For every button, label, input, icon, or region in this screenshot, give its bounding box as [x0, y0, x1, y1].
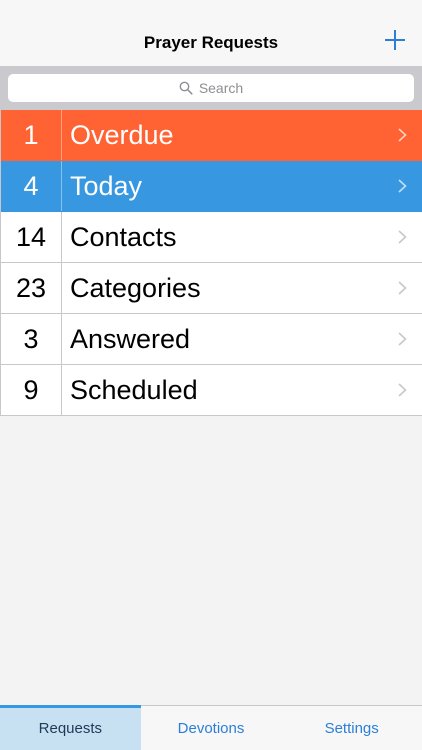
- item-label: Today: [70, 170, 143, 201]
- chevron-right-icon: [382, 365, 422, 415]
- item-label: Answered: [70, 323, 191, 354]
- chevron-right-icon: [382, 263, 422, 313]
- list-item-scheduled[interactable]: 9 Scheduled: [1, 365, 422, 416]
- chevron-right-icon: [382, 314, 422, 364]
- list-item-categories[interactable]: 23 Categories: [1, 263, 422, 314]
- item-count: 23: [1, 263, 62, 313]
- tab-devotions[interactable]: Devotions: [141, 706, 282, 750]
- search-input[interactable]: Search: [8, 74, 414, 102]
- request-list: 1 Overdue 4 Today 14 Contacts 23 Categor…: [0, 110, 422, 416]
- navigation-bar: Prayer Requests: [0, 0, 422, 66]
- item-count: 1: [1, 110, 62, 160]
- page-title: Prayer Requests: [143, 33, 279, 52]
- item-label: Overdue: [70, 119, 174, 150]
- add-request-button[interactable]: [382, 28, 408, 54]
- list-item-contacts[interactable]: 14 Contacts: [1, 212, 422, 263]
- item-count: 3: [1, 314, 62, 364]
- chevron-right-icon: [382, 161, 422, 211]
- search-icon: [179, 81, 193, 95]
- tab-requests[interactable]: Requests: [0, 705, 141, 750]
- tab-bar: Requests Devotions Settings: [0, 705, 422, 750]
- item-label: Categories: [70, 272, 201, 303]
- chevron-right-icon: [382, 110, 422, 160]
- search-bar: Search: [0, 66, 422, 110]
- app-screen: Prayer Requests Search 1 Overdue 4 Today: [0, 0, 422, 750]
- list-item-overdue[interactable]: 1 Overdue: [1, 110, 422, 161]
- item-count: 14: [1, 212, 62, 262]
- item-count: 9: [1, 365, 62, 415]
- item-count: 4: [1, 161, 62, 211]
- list-item-answered[interactable]: 3 Answered: [1, 314, 422, 365]
- chevron-right-icon: [382, 212, 422, 262]
- search-placeholder: Search: [198, 80, 244, 96]
- tab-settings[interactable]: Settings: [281, 706, 422, 750]
- list-item-today[interactable]: 4 Today: [1, 161, 422, 212]
- item-label: Scheduled: [70, 374, 198, 405]
- item-label: Contacts: [70, 221, 177, 252]
